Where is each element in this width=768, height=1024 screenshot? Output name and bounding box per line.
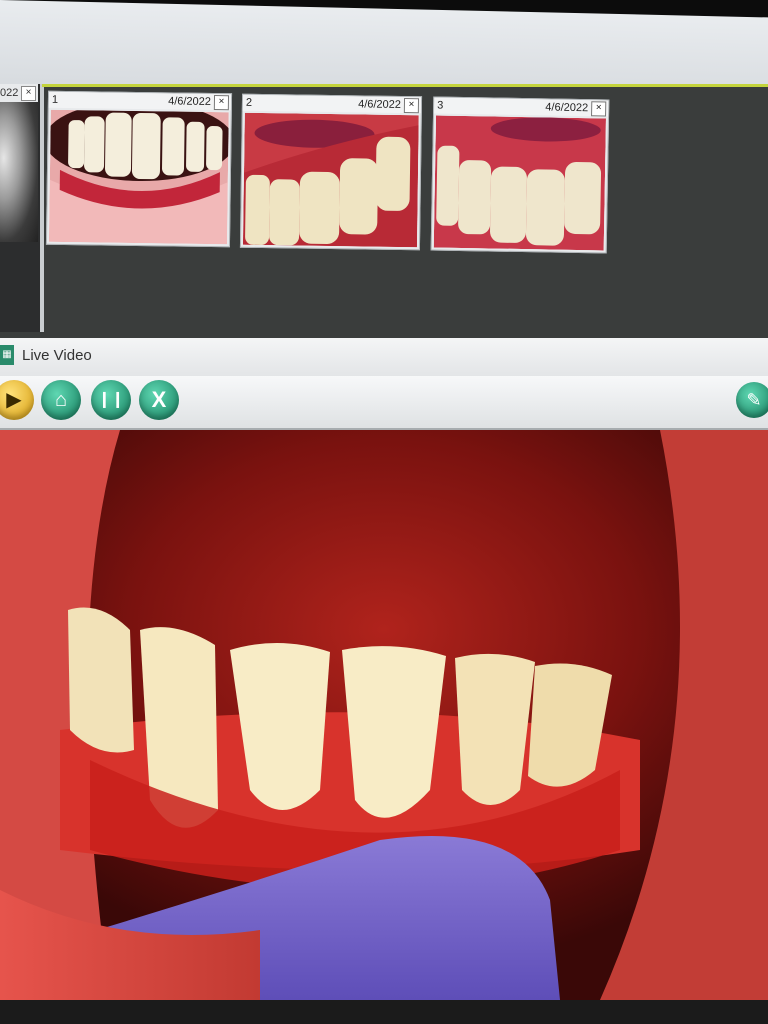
live-video-title: Live Video: [22, 347, 92, 364]
teeth-photo: [48, 109, 229, 245]
live-video-image: [0, 430, 768, 1000]
thumbnail-image: [242, 112, 419, 248]
teeth-icon[interactable]: ❙❙: [91, 380, 131, 420]
wrench-icon[interactable]: ✎: [736, 382, 768, 418]
previous-image-tab: 022 ×: [0, 84, 38, 102]
play-icon[interactable]: ▶: [0, 380, 34, 420]
live-video-toolbar: ▶ ⌂ ❙❙ X ✎: [0, 376, 768, 430]
close-icon[interactable]: ×: [403, 98, 420, 114]
close-icon[interactable]: ×: [213, 95, 230, 111]
thumbnail-number: 1: [51, 93, 59, 106]
monitor-bezel: [0, 1000, 768, 1024]
thumbnail-header: 3 4/6/2022 ×: [434, 97, 609, 117]
previous-image-date: 022: [0, 87, 19, 99]
live-video-title-bar: ▦ Live Video: [0, 338, 768, 376]
thumbnail-date: 4/6/2022: [545, 101, 589, 115]
folder-open-icon[interactable]: ⌂: [41, 380, 81, 420]
selection-frame: [42, 84, 768, 87]
thumbnail-strip: 022 × 1 4/6/2022 × 2 4/6/2022 × 3 4/6/20…: [0, 84, 768, 340]
thumbnail-header: 2 4/6/2022 ×: [242, 94, 422, 114]
teeth-photo: [242, 112, 419, 248]
live-video-feed[interactable]: [0, 430, 768, 1000]
thumbnail-header: 1 4/6/2022 ×: [48, 91, 232, 111]
thumbnail-image: [48, 109, 229, 245]
xray-image: [0, 102, 38, 242]
window-icon: ▦: [0, 345, 14, 365]
close-icon[interactable]: ×: [21, 86, 36, 101]
thumbnail-1[interactable]: 1 4/6/2022 ×: [45, 90, 233, 248]
teeth-photo: [433, 115, 606, 251]
thumbnail-date: 4/6/2022: [358, 98, 402, 111]
thumbnail-2[interactable]: 2 4/6/2022 ×: [239, 93, 423, 251]
close-icon[interactable]: X: [139, 380, 179, 420]
thumbnail-3[interactable]: 3 4/6/2022 ×: [430, 96, 610, 254]
thumbnail-number: 3: [437, 99, 444, 112]
thumbnail-image: [433, 115, 606, 251]
close-icon[interactable]: ×: [591, 101, 607, 117]
previous-image-panel[interactable]: 022 ×: [0, 84, 44, 332]
thumbnail-number: 2: [245, 96, 253, 109]
thumbnail-date: 4/6/2022: [168, 95, 212, 108]
